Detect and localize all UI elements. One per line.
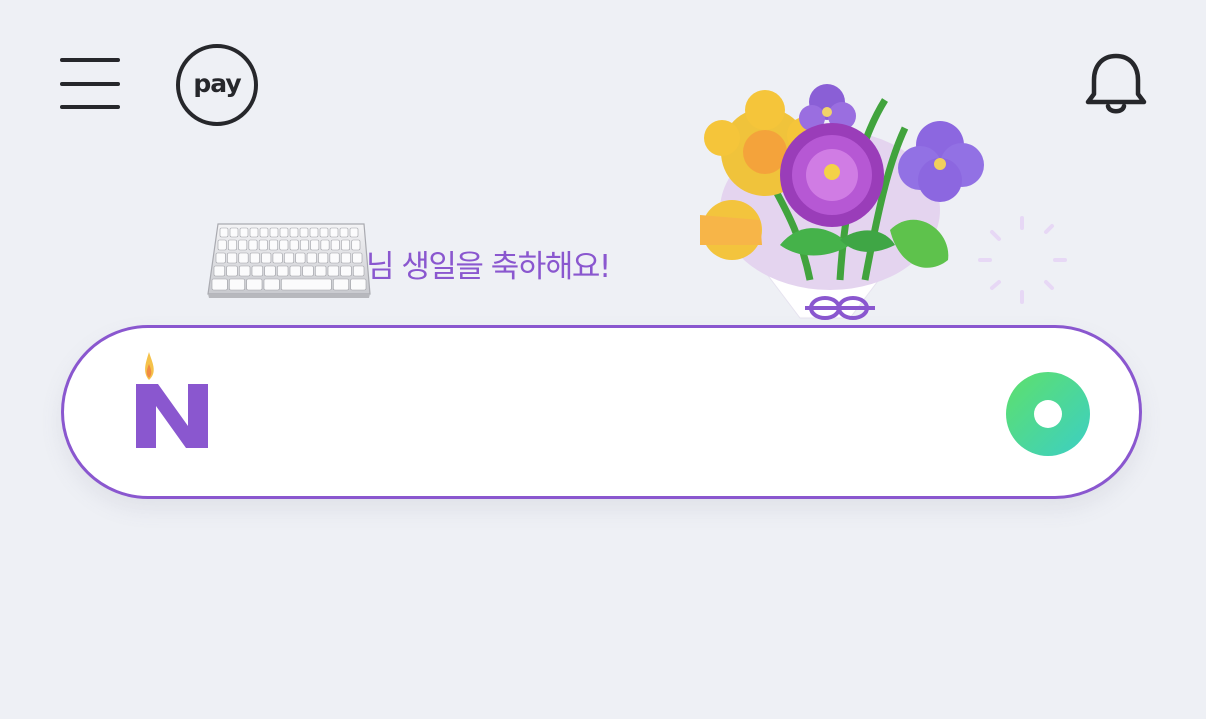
keyboard-key	[309, 227, 319, 238]
keyboard-key	[227, 252, 238, 264]
greeting-text: 님 생일을 축하해요!	[366, 248, 611, 285]
menu-button[interactable]	[58, 56, 122, 112]
keyboard-key	[211, 278, 228, 291]
keyboard-key	[289, 227, 299, 238]
keyboard-icon	[207, 223, 371, 298]
ribbon-bow-icon	[805, 296, 875, 320]
keyboard-key	[264, 265, 276, 277]
keyboard-key	[333, 278, 349, 291]
keyboard-key	[263, 278, 280, 291]
keyboard-key	[352, 252, 363, 264]
menu-line	[60, 58, 120, 62]
keyboard-key	[239, 227, 249, 238]
keyboard-key	[227, 239, 237, 251]
keyboard-key	[281, 278, 332, 291]
keyboard-key	[229, 227, 239, 238]
keyboard-key	[219, 227, 229, 238]
pay-label: pay	[193, 68, 241, 98]
keyboard-key	[329, 252, 340, 264]
menu-line	[60, 105, 120, 109]
keyboard-key	[259, 227, 269, 238]
keyboard-key	[319, 227, 329, 238]
keyboard-key	[238, 239, 248, 251]
keyboard-key	[302, 265, 314, 277]
keyboard-key	[238, 252, 249, 264]
keyboard-key	[320, 239, 330, 251]
search-input[interactable]	[234, 368, 998, 460]
menu-line	[60, 82, 120, 86]
keyboard-key	[249, 252, 260, 264]
keyboard-key	[299, 227, 309, 238]
keyboard-key	[277, 265, 289, 277]
search-bar	[61, 325, 1142, 499]
keyboard-key	[299, 239, 309, 251]
keyboard-key	[289, 265, 301, 277]
home-screen: pay 님 생일을 축하해요!	[0, 0, 1206, 719]
keyboard-key	[350, 278, 367, 291]
birthday-bouquet-illustration	[700, 84, 1067, 320]
keyboard-key	[349, 227, 359, 238]
keyboard-key	[226, 265, 238, 277]
birthday-greeting: 님 생일을 축하해요!	[206, 220, 611, 300]
keyboard-key	[217, 239, 227, 251]
keyboard-key	[315, 265, 327, 277]
notification-button[interactable]	[1082, 50, 1150, 120]
keyboard-key	[339, 227, 349, 238]
keyboard-key	[249, 227, 259, 238]
keyboard-key	[269, 239, 279, 251]
keyboard-key	[341, 239, 351, 251]
keyboard-key	[248, 239, 258, 251]
keyboard-key	[318, 252, 329, 264]
keyboard-key	[310, 239, 320, 251]
bell-icon	[1085, 53, 1147, 114]
keyboard-key	[239, 265, 251, 277]
keyboard-key	[246, 278, 263, 291]
keyboard-key	[272, 252, 283, 264]
daffodil-icon	[700, 200, 762, 260]
keyboard-key	[269, 227, 279, 238]
keyboard-key	[279, 227, 289, 238]
green-circle-button-icon[interactable]	[1005, 371, 1091, 457]
keyboard-key	[289, 239, 299, 251]
keyboard-key	[330, 239, 340, 251]
keyboard-key	[261, 252, 272, 264]
purple-dahlia-icon	[780, 123, 884, 227]
keyboard-key	[215, 252, 226, 264]
keyboard-key	[284, 252, 294, 264]
keyboard-key	[353, 265, 365, 277]
keyboard-key	[340, 265, 352, 277]
keyboard-key	[295, 252, 306, 264]
keyboard-key	[213, 265, 225, 277]
keyboard-key	[258, 239, 268, 251]
keyboard-key	[329, 227, 339, 238]
keyboard-key	[229, 278, 245, 291]
keyboard-key	[251, 265, 263, 277]
pay-button[interactable]: pay	[176, 44, 258, 126]
keyboard-key	[351, 239, 361, 251]
keyboard-key	[340, 252, 351, 264]
keyboard-key	[279, 239, 289, 251]
naver-n-logo-icon	[136, 352, 208, 448]
keyboard-key	[327, 265, 339, 277]
sparkle-icon	[978, 216, 1067, 304]
keyboard-key	[306, 252, 317, 264]
